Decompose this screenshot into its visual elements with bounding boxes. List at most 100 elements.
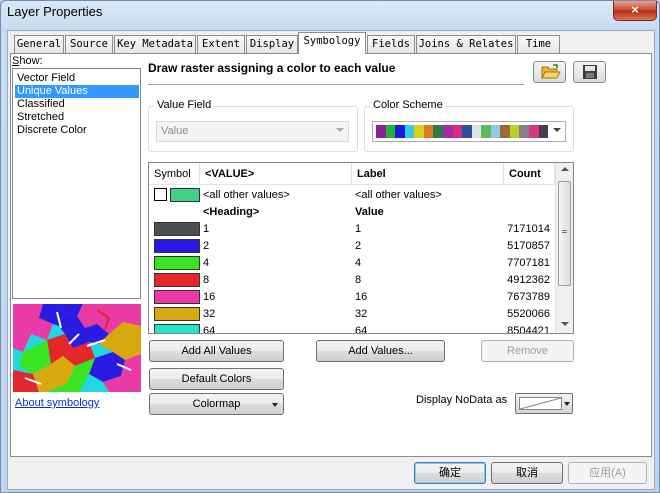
color-ramp-swatch [471, 125, 482, 138]
all-other-values-swatch[interactable] [170, 188, 200, 202]
list-item-vector-field[interactable]: Vector Field [15, 72, 139, 85]
column-header-count[interactable]: Count [504, 163, 555, 185]
row-label[interactable]: 4 [355, 255, 361, 272]
color-ramp-swatch [529, 125, 539, 138]
apply-label: 应用(A) [589, 467, 626, 479]
row-label[interactable]: 8 [355, 272, 361, 289]
color-ramp-swatch [376, 125, 386, 138]
color-ramp-swatch [395, 125, 405, 138]
color-ramp-swatch [442, 125, 453, 138]
symbol-swatch[interactable] [154, 273, 200, 287]
scrollbar-thumb[interactable] [558, 181, 571, 286]
value-field-label: Value Field [154, 99, 215, 111]
column-header-label[interactable]: Label [352, 163, 504, 185]
color-ramp-preview [376, 125, 549, 138]
row-label[interactable]: 32 [355, 306, 367, 323]
list-item-unique-values[interactable]: Unique Values [15, 85, 139, 98]
color-ramp-swatch [433, 125, 443, 138]
add-values-button[interactable]: Add Values... [316, 340, 445, 362]
about-symbology-link[interactable]: About symbology [15, 397, 99, 409]
add-all-values-label: Add All Values [181, 345, 252, 357]
cancel-button[interactable]: 取消 [491, 462, 563, 484]
row-value: 8 [203, 274, 210, 286]
column-header-value[interactable]: <VALUE> [200, 163, 352, 185]
color-scheme-dropdown[interactable] [372, 121, 566, 142]
column-header-symbol[interactable]: Symbol [149, 163, 200, 185]
display-nodata-label: Display NoData as [416, 394, 508, 406]
row-label[interactable]: 16 [355, 289, 367, 306]
all-other-values-value: <all other values> [203, 189, 290, 201]
list-item-discrete-color[interactable]: Discrete Color [15, 124, 139, 137]
row-value: 64 [203, 325, 216, 334]
chevron-down-icon [564, 402, 570, 406]
color-scheme-label: Color Scheme [370, 99, 446, 111]
add-values-label: Add Values... [348, 345, 413, 357]
row-count: 8504421 [507, 325, 550, 334]
chevron-down-icon [553, 128, 561, 132]
list-item-stretched[interactable]: Stretched [15, 111, 139, 124]
color-ramp-swatch [519, 125, 529, 138]
remove-label: Remove [507, 345, 548, 357]
color-ramp-swatch [404, 125, 415, 138]
scroll-down-icon[interactable] [561, 322, 569, 326]
colormap-button[interactable]: Colormap [149, 393, 284, 415]
open-folder-icon [541, 64, 561, 79]
color-ramp-swatch [423, 125, 434, 138]
color-ramp-swatch [509, 125, 520, 138]
color-ramp-swatch [490, 125, 501, 138]
row-count: 7171014 [507, 223, 550, 235]
heading-label[interactable]: Value [355, 204, 384, 221]
default-colors-label: Default Colors [181, 373, 252, 385]
color-ramp-swatch [385, 125, 396, 138]
row-count: 7673789 [507, 291, 550, 303]
row-value: 2 [203, 240, 210, 252]
row-label[interactable]: 64 [355, 323, 367, 333]
symbol-swatch[interactable] [154, 222, 200, 236]
open-layer-file-button[interactable] [533, 61, 566, 83]
grip-icon [562, 230, 567, 233]
default-colors-button[interactable]: Default Colors [149, 368, 284, 390]
color-ramp-swatch [481, 125, 491, 138]
ok-button[interactable]: 确定 [414, 462, 486, 484]
save-disk-icon [583, 65, 597, 79]
color-ramp-swatch [538, 125, 549, 138]
row-value: 16 [203, 291, 216, 303]
symbol-swatch[interactable] [154, 256, 200, 270]
cancel-label: 取消 [516, 467, 538, 479]
remove-button[interactable]: Remove [481, 340, 574, 362]
unique-values-table[interactable]: Symbol <VALUE> Label Count <all other va… [148, 162, 574, 334]
value-field-dropdown: Value [156, 121, 349, 142]
color-ramp-swatch [462, 125, 472, 138]
show-renderer-list[interactable]: Vector Field Unique Values Classified St… [12, 68, 141, 299]
all-other-values-checkbox[interactable] [154, 188, 167, 201]
symbology-preview-image [13, 304, 141, 392]
scroll-up-icon[interactable] [561, 167, 569, 171]
value-field-value: Value [161, 125, 189, 137]
save-layer-file-button[interactable] [573, 61, 606, 83]
color-ramp-swatch [500, 125, 510, 138]
ok-label: 确定 [439, 467, 461, 479]
row-count: 5520066 [507, 308, 550, 320]
symbol-swatch[interactable] [154, 290, 200, 304]
row-label[interactable]: 1 [355, 221, 361, 238]
table-vertical-scrollbar[interactable] [555, 163, 573, 333]
nodata-color-picker[interactable] [515, 393, 573, 414]
dropdown-arrow-icon [272, 403, 278, 407]
row-label[interactable]: 2 [355, 238, 361, 255]
symbol-swatch[interactable] [154, 307, 200, 321]
row-value: 32 [203, 308, 216, 320]
row-value: 4 [203, 257, 210, 269]
apply-button[interactable]: 应用(A) [568, 462, 647, 484]
list-item-classified[interactable]: Classified [15, 98, 139, 111]
all-other-values-label[interactable]: <all other values> [355, 187, 442, 204]
renderer-description: Draw raster assigning a color to each va… [148, 61, 524, 85]
row-count: 5170857 [507, 240, 550, 252]
color-ramp-swatch [452, 125, 463, 138]
row-count: 7707181 [507, 257, 550, 269]
chevron-down-icon [336, 128, 344, 132]
symbol-swatch[interactable] [154, 324, 200, 333]
symbol-swatch[interactable] [154, 239, 200, 253]
no-color-swatch-icon [519, 397, 562, 410]
color-ramp-swatch [414, 125, 424, 138]
add-all-values-button[interactable]: Add All Values [149, 340, 284, 362]
